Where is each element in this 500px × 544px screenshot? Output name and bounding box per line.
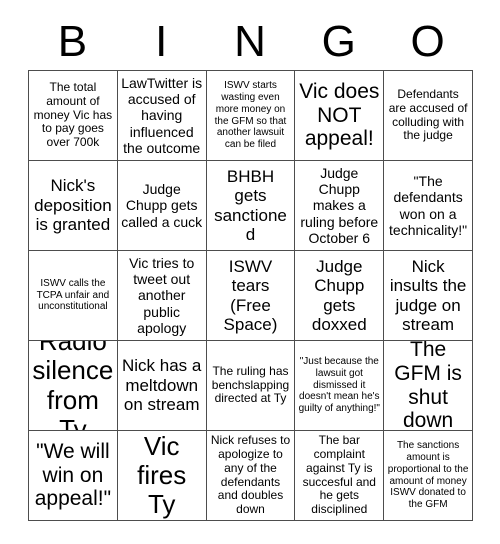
bingo-cell-label: ISWV calls the TCPA unfair and unconstit… bbox=[36, 277, 110, 313]
bingo-cell[interactable]: "Just because the lawsuit got dismissed … bbox=[295, 341, 385, 431]
bingo-cell[interactable]: The bar complaint against Ty is succesfu… bbox=[295, 431, 385, 521]
bingo-cell-label: BHBH gets sanctioned bbox=[214, 166, 287, 244]
bingo-header-letter-2: N bbox=[234, 17, 266, 66]
bingo-cell-label: "We will win on appeal!" bbox=[34, 439, 112, 511]
bingo-cell[interactable]: Nick's deposition is granted bbox=[29, 161, 118, 251]
bingo-cell-label: Vic does NOT appeal! bbox=[299, 79, 380, 151]
bingo-cell-label: LawTwitter is accused of having influenc… bbox=[121, 75, 203, 156]
bingo-cell-label: Vic fires Ty bbox=[137, 431, 187, 520]
bingo-cell-label: The sanctions amount is proportional to … bbox=[387, 440, 469, 511]
bingo-cell[interactable]: Radio silence from Ty bbox=[29, 341, 118, 431]
bingo-cell[interactable]: Nick refuses to apologize to any of the … bbox=[206, 431, 296, 521]
bingo-cell[interactable]: "We will win on appeal!" bbox=[29, 431, 118, 521]
bingo-cell-label: Judge Chupp gets doxxed bbox=[311, 256, 367, 334]
bingo-cell[interactable]: Judge Chupp gets doxxed bbox=[295, 251, 385, 341]
bingo-header-letter-1: I bbox=[155, 17, 168, 66]
bingo-cell[interactable]: The GFM is shut down bbox=[384, 341, 473, 431]
bingo-cell[interactable]: "The defendants won on a technicality!" bbox=[384, 161, 473, 251]
bingo-cell[interactable]: Judge Chupp makes a ruling before Octobe… bbox=[295, 161, 385, 251]
bingo-cell-label: "The defendants won on a technicality!" bbox=[389, 173, 468, 238]
bingo-cell-label: Nick insults the judge on stream bbox=[389, 256, 467, 334]
bingo-cell[interactable]: ISWV calls the TCPA unfair and unconstit… bbox=[29, 251, 118, 341]
bingo-cell-label: The GFM is shut down bbox=[394, 341, 462, 431]
bingo-cell[interactable]: Vic does NOT appeal! bbox=[295, 71, 385, 161]
bingo-cell[interactable]: Vic fires Ty bbox=[117, 431, 207, 521]
bingo-cell-label: ISWV starts wasting even more money on t… bbox=[214, 80, 287, 151]
bingo-cell-label: Defendants are accused of colluding with… bbox=[388, 86, 468, 143]
bingo-cell-free-space[interactable]: ISWV tears (Free Space) bbox=[206, 251, 296, 341]
bingo-cell[interactable]: The ruling has benchslapping directed at… bbox=[206, 341, 296, 431]
bingo-cell[interactable]: Vic tries to tweet out another public ap… bbox=[117, 251, 207, 341]
bingo-cell-label: The total amount of money Vic has to pay… bbox=[33, 79, 113, 150]
bingo-cell-label: "Just because the lawsuit got dismissed … bbox=[298, 356, 380, 415]
bingo-cell-label: Radio silence from Ty bbox=[32, 341, 114, 431]
bingo-cell-label: Nick refuses to apologize to any of the … bbox=[210, 432, 291, 517]
bingo-cell[interactable]: Nick insults the judge on stream bbox=[384, 251, 473, 341]
bingo-cell-label: ISWV tears (Free Space) bbox=[223, 256, 278, 334]
bingo-cell-label: Judge Chupp gets called a cuck bbox=[121, 181, 203, 230]
bingo-header-letter-3: G bbox=[321, 17, 356, 66]
bingo-cell-label: Vic tries to tweet out another public ap… bbox=[129, 255, 195, 336]
bingo-cell[interactable]: Judge Chupp gets called a cuck bbox=[117, 161, 207, 251]
bingo-cell-label: Nick has a meltdown on stream bbox=[122, 356, 202, 415]
bingo-card: B I N G O The total amount of money Vic has … bbox=[28, 14, 473, 521]
bingo-cell[interactable]: Defendants are accused of colluding with… bbox=[384, 71, 473, 161]
bingo-cell[interactable]: Nick has a meltdown on stream bbox=[117, 341, 207, 431]
bingo-cell[interactable]: The sanctions amount is proportional to … bbox=[384, 431, 473, 521]
bingo-header: BINGO bbox=[28, 14, 472, 70]
bingo-cell[interactable]: LawTwitter is accused of having influenc… bbox=[117, 71, 207, 161]
bingo-cell-label: The ruling has benchslapping directed at… bbox=[211, 363, 290, 406]
bingo-header-letter-0: B bbox=[57, 17, 88, 66]
bingo-cell-label: Judge Chupp makes a ruling before Octobe… bbox=[300, 165, 379, 246]
bingo-cell[interactable]: The total amount of money Vic has to pay… bbox=[29, 71, 118, 161]
bingo-cell-label: Nick's deposition is granted bbox=[34, 176, 112, 235]
bingo-cell-label: The bar complaint against Ty is succesfu… bbox=[302, 432, 376, 517]
bingo-cell[interactable]: ISWV starts wasting even more money on t… bbox=[206, 71, 296, 161]
bingo-cell[interactable]: BHBH gets sanctioned bbox=[206, 161, 296, 251]
bingo-header-letter-4: O bbox=[410, 17, 445, 66]
bingo-grid: The total amount of money Vic has to pay… bbox=[28, 70, 473, 521]
